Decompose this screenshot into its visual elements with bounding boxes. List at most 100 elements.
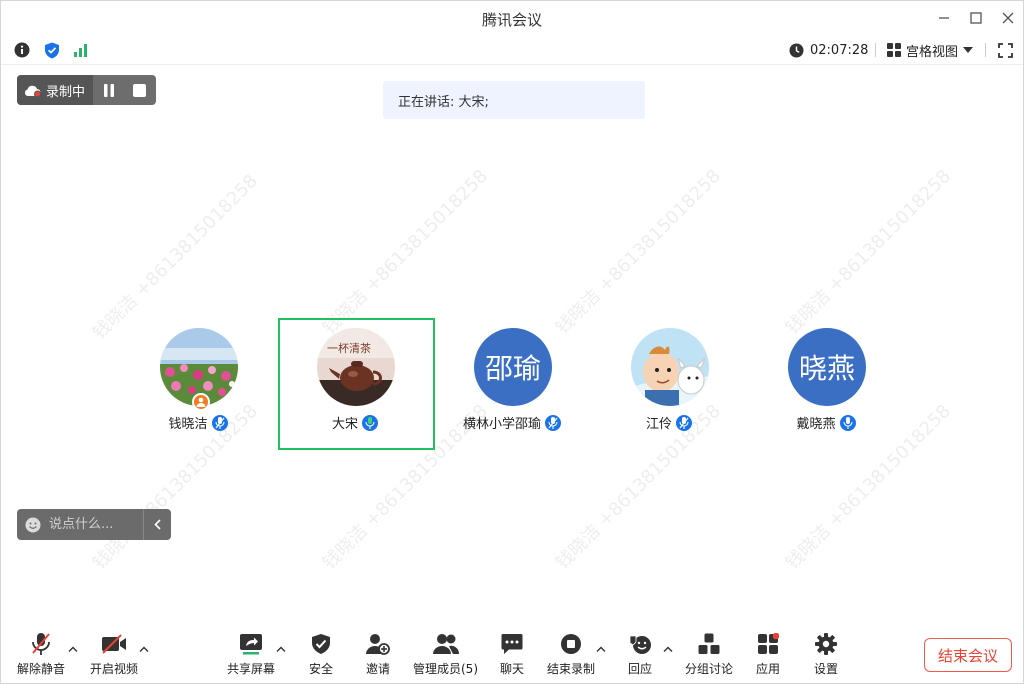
- signal-bars-icon: [74, 44, 87, 57]
- share-screen-label: 共享屏幕: [227, 662, 276, 676]
- chat-input[interactable]: [49, 514, 139, 535]
- teapot-photo: 一杯清茶: [317, 328, 395, 406]
- avatar: 邵瑜: [474, 328, 552, 406]
- grid-view-icon: [887, 43, 901, 57]
- participant-name-row: 大宋: [280, 413, 430, 432]
- mic-muted-icon: [214, 416, 225, 429]
- participant-tile[interactable]: 江伶: [594, 326, 744, 436]
- participant-name-row: 江伶: [594, 413, 744, 432]
- video-options-caret[interactable]: [138, 643, 150, 655]
- mic-status: [676, 414, 692, 431]
- settings-button[interactable]: 设置: [813, 631, 839, 677]
- host-badge: [192, 393, 210, 411]
- pause-icon: [103, 83, 114, 97]
- invite-button[interactable]: 邀请: [365, 631, 391, 677]
- meeting-info-button[interactable]: [13, 41, 31, 59]
- participant-name: 大宋: [331, 417, 358, 432]
- minimize-button[interactable]: [935, 9, 953, 27]
- network-status-button[interactable]: [72, 41, 90, 59]
- reactions-label: 回应: [627, 662, 652, 676]
- stop-record-icon: [561, 634, 581, 654]
- security-button[interactable]: 安全: [308, 631, 334, 677]
- gear-icon: [815, 633, 837, 655]
- recording-status[interactable]: 录制中: [17, 75, 93, 105]
- unmute-button[interactable]: 解除静音: [17, 631, 65, 677]
- watermark: 钱晓洁 +8613815018258: [551, 165, 725, 339]
- watermark: 钱晓洁 +8613815018258: [781, 165, 955, 339]
- close-button[interactable]: [999, 9, 1017, 27]
- security-status-button[interactable]: [43, 41, 61, 59]
- participant-tile[interactable]: 钱晓洁: [123, 326, 273, 436]
- chat-button[interactable]: 聊天: [499, 631, 525, 677]
- chevron-up-icon: [139, 646, 149, 652]
- avatar: 晓燕: [788, 328, 866, 406]
- meeting-timer: 02:07:28: [789, 41, 868, 59]
- start-video-button[interactable]: 开启视频: [90, 631, 138, 677]
- stop-recording-button[interactable]: [124, 75, 155, 105]
- cartoon-photo: [631, 328, 709, 406]
- mic-muted-icon: [548, 416, 558, 429]
- recording-label: 录制中: [46, 84, 86, 100]
- maximize-button[interactable]: [967, 9, 985, 27]
- maximize-icon: [970, 12, 982, 24]
- audio-options-caret[interactable]: [67, 643, 79, 655]
- manage-members-label: 管理成员(5): [413, 662, 478, 676]
- participant-name-row: 戴晓燕: [751, 413, 901, 432]
- apps-button[interactable]: 应用: [755, 631, 781, 677]
- breakout-label: 分组讨论: [685, 662, 734, 676]
- title-bar: 腾讯会议: [1, 1, 1023, 35]
- end-meeting-button[interactable]: 结束会议: [924, 638, 1012, 672]
- meeting-window: 腾讯会议 02:07:28 宫格视图 钱晓洁 +8613815018258 钱晓…: [0, 0, 1024, 684]
- smile-icon: [25, 517, 41, 532]
- share-screen-button[interactable]: 共享屏幕: [227, 631, 275, 677]
- participant-name: 江伶: [645, 417, 672, 432]
- fullscreen-icon: [997, 42, 1013, 58]
- add-person-icon: [366, 634, 390, 655]
- collapse-chat-button[interactable]: [143, 509, 171, 540]
- breakout-button[interactable]: 分组讨论: [685, 631, 733, 677]
- recording-control: 录制中: [17, 75, 156, 105]
- chevron-up-icon: [596, 646, 606, 652]
- svg-text:一杯清茶: 一杯清茶: [327, 341, 371, 355]
- end-recording-button[interactable]: 结束录制: [547, 631, 595, 677]
- participant-tile-active[interactable]: 一杯清茶 大宋: [280, 326, 430, 436]
- window-title: 腾讯会议: [481, 11, 542, 29]
- mic-status: [362, 414, 378, 431]
- info-bar: 02:07:28 宫格视图: [1, 35, 1023, 65]
- share-options-caret[interactable]: [275, 643, 287, 655]
- mic-status: [545, 414, 561, 431]
- participant-name: 钱晓洁: [168, 417, 208, 432]
- fullscreen-button[interactable]: [996, 41, 1014, 59]
- mic-status: [839, 414, 856, 431]
- pause-recording-button[interactable]: [93, 75, 124, 105]
- reactions-button[interactable]: 回应: [627, 631, 653, 677]
- view-mode-label: 宫格视图: [906, 44, 959, 60]
- watermark: 钱晓洁 +8613815018258: [318, 165, 492, 339]
- participant-tile[interactable]: 邵瑜 横林小学邵瑜: [437, 326, 587, 436]
- shield-check-icon: [45, 42, 59, 58]
- mic-muted-icon: [32, 633, 50, 655]
- manage-members-button[interactable]: 管理成员(5): [413, 631, 478, 677]
- cloud-record-icon: [24, 85, 41, 97]
- bottom-toolbar: 解除静音 开启视频 共享屏幕 安全 邀请 管理成员(5) 聊天 结束录制 回应 …: [1, 625, 1023, 683]
- speaking-banner: 正在讲话: 大宋;: [383, 81, 645, 119]
- reactions-options-caret[interactable]: [662, 643, 674, 655]
- participant-tile[interactable]: 晓燕 戴晓燕: [751, 326, 901, 436]
- emoji-button[interactable]: [17, 509, 49, 540]
- invite-label: 邀请: [365, 662, 390, 676]
- chevron-up-icon: [276, 646, 286, 652]
- end-recording-label: 结束录制: [547, 662, 596, 676]
- quick-chat-box: [17, 509, 171, 540]
- apps-grid-icon: [758, 633, 779, 654]
- mic-status: [211, 414, 228, 431]
- mic-speaking-icon: [365, 416, 375, 429]
- video-off-icon: [102, 634, 126, 654]
- view-mode-button[interactable]: 宫格视图: [887, 41, 974, 60]
- divider: [875, 43, 876, 57]
- participant-name: 横林小学邵瑜: [462, 417, 541, 432]
- recording-options-caret[interactable]: [595, 643, 607, 655]
- watermark: 钱晓洁 +8613815018258: [88, 170, 262, 344]
- host-person-icon: [196, 397, 206, 407]
- avatar: 一杯清茶: [317, 328, 395, 406]
- settings-label: 设置: [813, 662, 838, 676]
